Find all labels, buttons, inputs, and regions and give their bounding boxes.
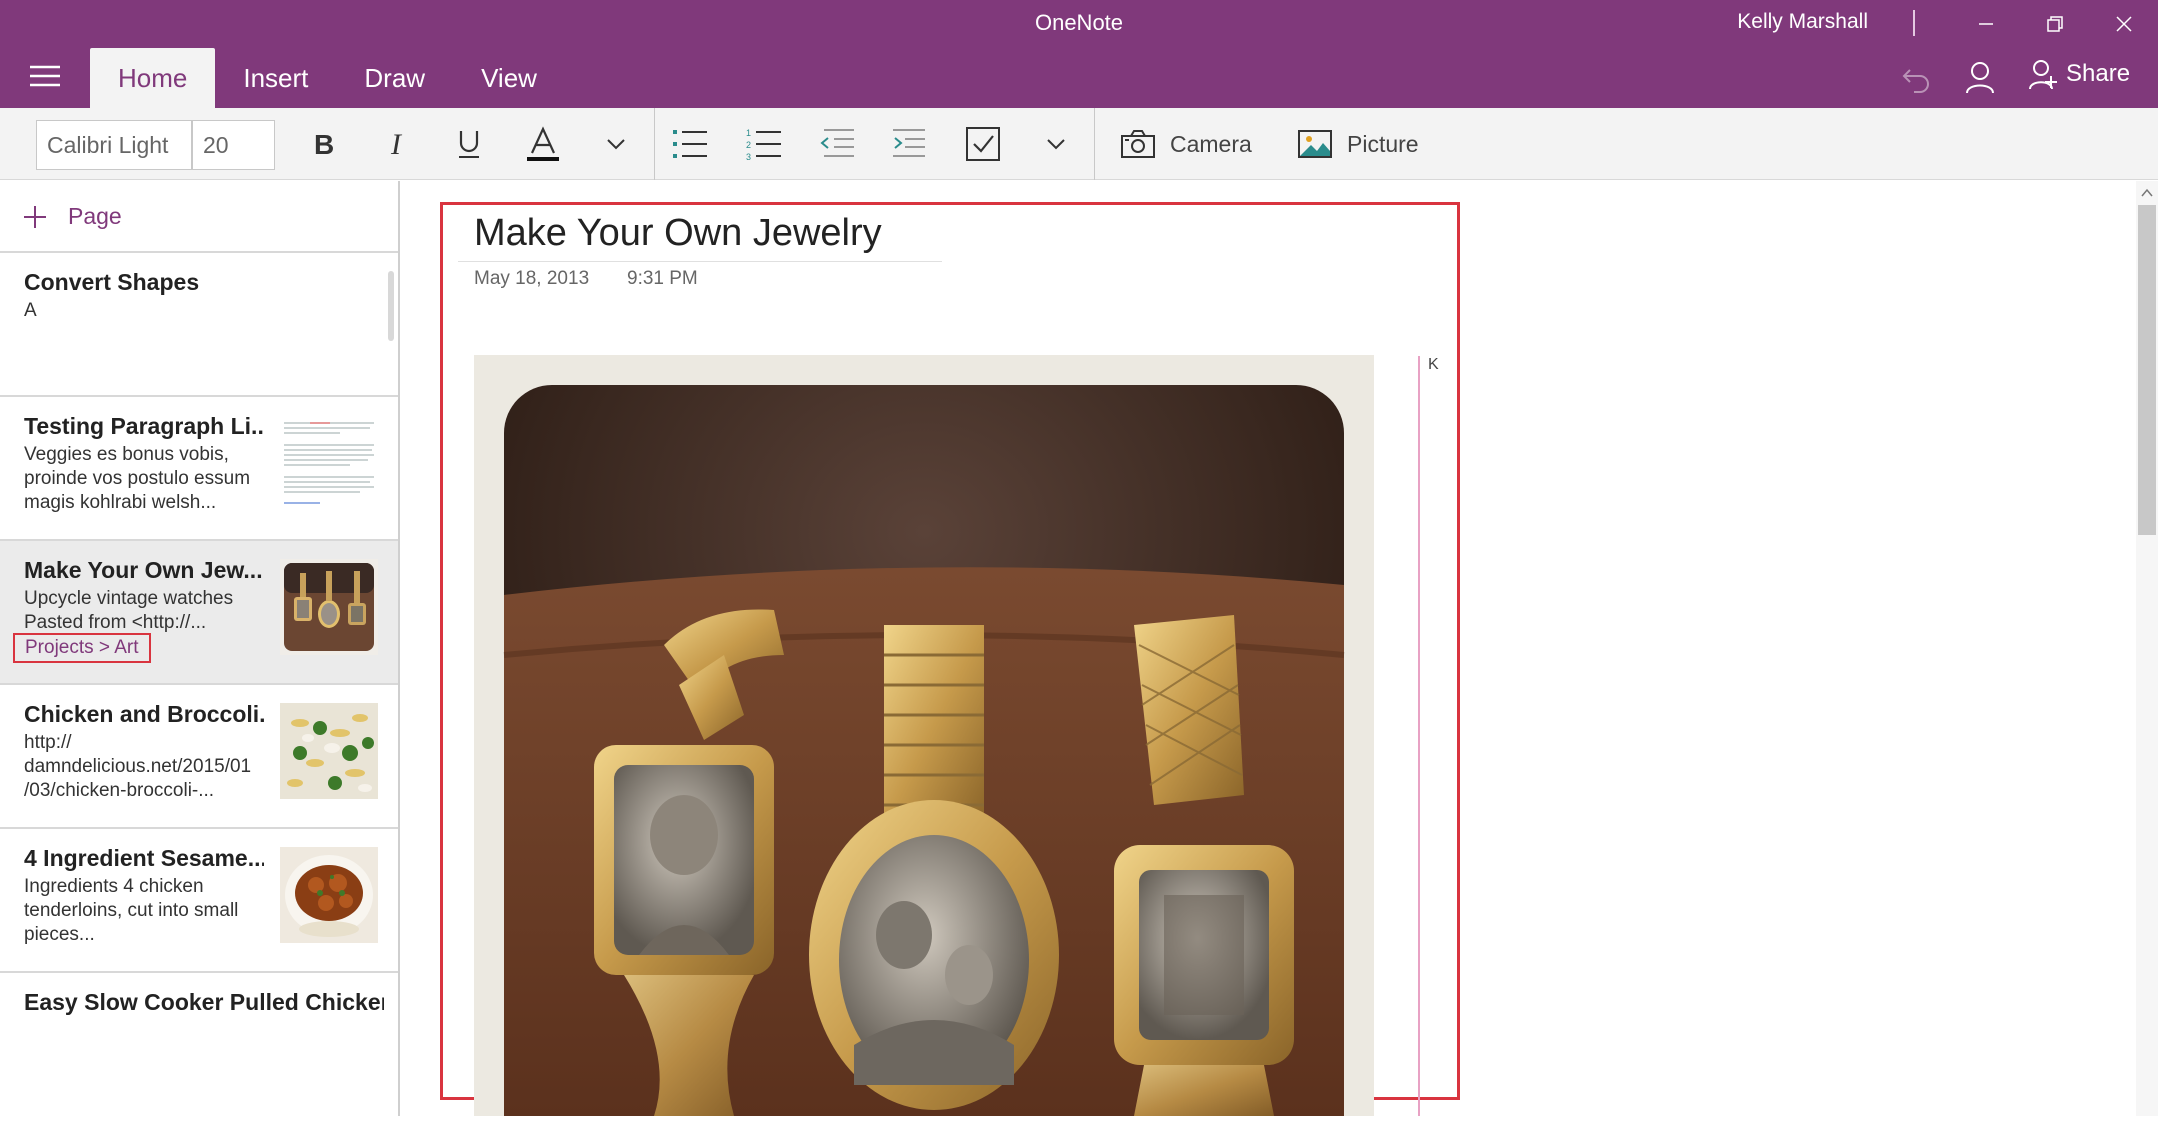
minimize-icon [1979,23,1993,25]
camera-label: Camera [1170,130,1252,157]
share-button[interactable]: Share [2028,58,2130,90]
picture-label: Picture [1347,130,1419,157]
note-title[interactable]: Make Your Own Jewelry [474,212,882,255]
bold-icon: B [314,129,334,159]
page-item[interactable]: Chicken and Broccoli... http:// damndeli… [0,685,398,829]
page-section-path[interactable]: Projects > Art [13,633,151,663]
page-item[interactable]: Testing Paragraph Li... Veggies es bonus… [0,397,398,541]
page-thumbnail [280,559,378,655]
camera-icon [1121,130,1155,158]
numbering-button[interactable]: 1 2 3 [742,122,786,166]
picture-button[interactable]: Picture [1297,122,1419,166]
title-separator [1913,10,1915,36]
page-item-title: Make Your Own Jew... [24,557,263,583]
scroll-up-arrow-icon[interactable] [2140,186,2154,200]
svg-text:3: 3 [746,152,751,161]
font-color-button[interactable] [521,122,565,166]
page-list-panel: Page Convert Shapes A Testing Paragraph … [0,181,400,1116]
watches-photo[interactable] [474,355,1374,1116]
svg-text:I: I [390,129,403,159]
main-scrollbar-thumb[interactable] [2138,205,2156,535]
note-date: May 18, 2013 [474,268,590,289]
side-note-text[interactable]: K [1428,356,1439,374]
underline-icon [459,131,479,158]
font-more-button[interactable] [594,122,638,166]
paragraph-more-button[interactable] [1034,122,1078,166]
ribbon-toolbar: Calibri Light 20 B I 1 2 3 Camera Pictur… [0,108,2158,180]
tab-insert[interactable]: Insert [215,48,336,108]
page-item-preview: A [24,300,37,321]
ribbon-tabs: Home Insert Draw View [90,48,565,108]
page-item-selected[interactable]: Make Your Own Jew... Upcycle vintage wat… [0,541,398,685]
italic-icon: I [390,129,403,159]
note-time: 9:31 PM [627,268,698,289]
page-item-title: 4 Ingredient Sesame... [24,845,264,871]
page-item-preview: Upcycle vintage watches Pasted from <htt… [24,588,234,633]
bold-button[interactable]: B [300,122,344,166]
bullets-button[interactable] [668,122,712,166]
user-name[interactable]: Kelly Marshall [1737,10,1868,34]
note-container-edge [1418,356,1420,1116]
account-icon[interactable] [1964,60,1996,94]
vintage-watches-image [474,355,1374,1116]
checkbox-icon [966,127,1000,161]
font-color-icon [527,126,559,161]
page-item-title: Convert Shapes [24,269,200,295]
minimize-button[interactable] [1956,4,2016,44]
numbered-list-icon: 1 2 3 [746,128,781,161]
sesame-chicken-thumbnail-image [280,847,378,943]
svg-text:2: 2 [746,140,751,150]
ribbon-separator [654,108,655,180]
picture-icon [1298,130,1332,158]
page-thumbnail [280,415,378,511]
font-size-box[interactable]: 20 [192,120,275,170]
camera-button[interactable]: Camera [1120,122,1252,166]
svg-text:1: 1 [746,128,751,138]
page-item-title: Testing Paragraph Li... [24,413,264,439]
ribbon-separator [1094,108,1095,180]
tab-view[interactable]: View [453,48,565,108]
outdent-icon [820,129,854,157]
todo-tag-button[interactable] [961,122,1005,166]
page-item-preview: Ingredients 4 chicken tenderloins, cut i… [24,876,239,945]
page-item[interactable]: Easy Slow Cooker Pulled Chicken [0,973,398,1117]
svg-text:B: B [314,129,334,159]
add-page-button[interactable]: Page [22,203,122,230]
increase-indent-button[interactable] [888,122,932,166]
pasta-thumbnail-image [280,703,378,799]
add-page-label: Page [68,203,122,229]
chevron-down-icon [1047,139,1065,150]
close-button[interactable] [2094,4,2154,44]
page-item[interactable]: Convert Shapes A [0,253,398,397]
title-bar: OneNote Kelly Marshall Home Insert Draw … [0,0,2158,108]
page-item[interactable]: 4 Ingredient Sesame... Ingredients 4 chi… [0,829,398,973]
chevron-down-icon [607,139,625,150]
font-name-box[interactable]: Calibri Light [36,120,192,170]
title-underline [458,261,942,262]
watches-thumbnail-image [280,559,378,655]
hamburger-menu-icon[interactable] [28,64,62,88]
indent-icon [893,129,925,157]
tab-draw[interactable]: Draw [336,48,453,108]
page-thumbnail [280,847,378,943]
restore-icon [2047,16,2063,32]
decrease-indent-button[interactable] [815,122,859,166]
plus-icon [24,205,46,228]
document-thumbnail-image [280,415,378,511]
italic-button[interactable]: I [374,122,418,166]
page-item-title: Easy Slow Cooker Pulled Chicken [24,989,384,1015]
underline-button[interactable] [447,122,491,166]
tab-home[interactable]: Home [90,48,216,108]
share-label: Share [2066,60,2131,87]
close-icon [2116,16,2132,32]
page-thumbnail [280,703,378,799]
bullet-list-icon [673,130,707,158]
share-person-icon [2029,60,2057,90]
restore-button[interactable] [2025,4,2085,44]
page-item-title: Chicken and Broccoli... [24,701,264,727]
page-item-preview: http:// damndelicious.net/2015/01 /03/ch… [24,732,252,801]
undo-icon[interactable] [1900,62,1932,94]
page-item-preview: Veggies es bonus vobis, proinde vos post… [24,444,251,513]
